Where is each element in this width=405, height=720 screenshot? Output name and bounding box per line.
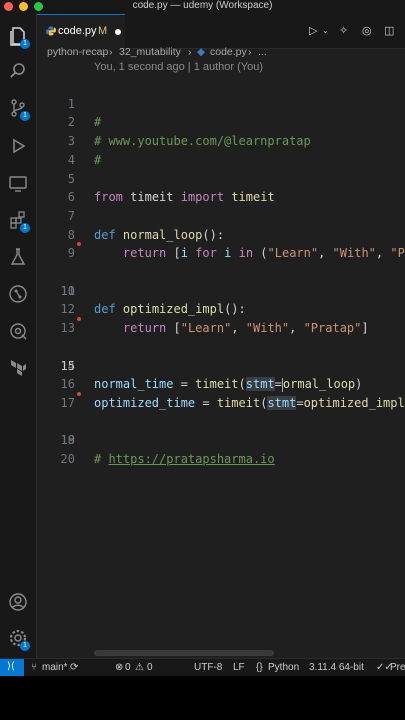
remote-indicator[interactable]: ⟩⟨ bbox=[0, 659, 24, 676]
code-line[interactable]: 10 bbox=[37, 242, 405, 298]
split-editor-icon[interactable]: ◫ bbox=[384, 24, 394, 37]
python-file-icon bbox=[46, 26, 56, 36]
breadcrumb-separator-icon: › bbox=[188, 46, 192, 58]
horizontal-scrollbar[interactable] bbox=[94, 650, 274, 656]
activity-bar: 1 1 1 1 bbox=[0, 14, 37, 658]
error-count[interactable]: 0 bbox=[125, 662, 131, 673]
code-line[interactable]: 3 # bbox=[37, 113, 405, 167]
code-line[interactable]: 9 bbox=[37, 226, 405, 260]
git-blame-annotation[interactable]: You, 1 second ago | 1 author (You) bbox=[94, 61, 263, 73]
language-mode[interactable]: Python bbox=[268, 662, 299, 673]
editor-tab-bar: code.py M ▷ ⌄ ✧ ◎ ◫ ··· bbox=[37, 14, 405, 49]
code-line[interactable]: 20 bbox=[37, 431, 405, 466]
run-python-file-icon[interactable]: ▷ bbox=[309, 24, 317, 37]
code-line[interactable]: 16 optimized_time = timeit(stmt=optimize… bbox=[37, 357, 405, 410]
warning-icon[interactable]: ⚠ bbox=[135, 662, 144, 673]
settings-badge: 1 bbox=[20, 641, 30, 651]
code-editor[interactable]: You, 1 second ago | 1 author (You) 1 # 2… bbox=[37, 61, 405, 658]
window-title: code.py — udemy (Workspace) bbox=[132, 0, 273, 11]
breadcrumb-file-code-py[interactable]: code.py bbox=[210, 46, 247, 58]
open-changes-icon[interactable]: ◎ bbox=[362, 24, 372, 37]
breadcrumb-separator-icon: › bbox=[109, 46, 113, 58]
tab-modified-flag: M bbox=[98, 25, 108, 37]
warning-count[interactable]: 0 bbox=[147, 662, 153, 673]
git-graph-icon[interactable] bbox=[8, 284, 28, 304]
python-interpreter[interactable]: 3.11.4 64-bit bbox=[309, 662, 364, 673]
testing-flask-icon[interactable] bbox=[8, 247, 28, 267]
line-code: # https://pratapsharma.io bbox=[94, 452, 275, 466]
status-bar: ⟩⟨ ⑂ main* ⟳ ⊗ 0 ⚠ 0 UTF-8 LF {} Python … bbox=[0, 658, 405, 676]
code-line[interactable]: 17 bbox=[37, 375, 405, 410]
code-line[interactable]: 6 bbox=[37, 170, 405, 204]
source-control-badge: 1 bbox=[20, 111, 30, 121]
error-icon[interactable]: ⊗ bbox=[115, 662, 123, 673]
run-debug-icon[interactable] bbox=[8, 136, 28, 156]
url-link[interactable]: https://pratapsharma.io bbox=[108, 452, 274, 466]
code-line[interactable]: 11 def optimized_impl(): bbox=[37, 263, 405, 317]
python-file-icon: ◆ bbox=[197, 46, 206, 58]
terraform-icon[interactable] bbox=[8, 357, 28, 377]
code-line[interactable]: 2 # www.youtube.com/@learnpratap bbox=[37, 95, 405, 148]
search-icon[interactable] bbox=[8, 61, 28, 81]
breadcrumb-separator-icon: › bbox=[248, 46, 252, 58]
code-line[interactable]: 8 return [i for i in ("Learn", "With", "… bbox=[37, 207, 405, 261]
extensions-badge: 1 bbox=[20, 223, 30, 233]
breadcrumb-folder-32-mutability[interactable]: 32_mutability bbox=[119, 46, 181, 58]
branch-name[interactable]: main* bbox=[42, 662, 68, 673]
code-line[interactable]: 14 bbox=[37, 317, 405, 373]
tab-label: code.py bbox=[58, 25, 97, 37]
prettier-status[interactable]: Pre bbox=[390, 662, 405, 673]
git-deletion-marker[interactable] bbox=[77, 242, 81, 247]
git-deletion-marker[interactable] bbox=[77, 391, 81, 396]
breadcrumb: python-recap › 32_mutability › ◆ code.py… bbox=[37, 46, 405, 61]
tab-code-py[interactable]: code.py M bbox=[37, 14, 125, 49]
code-review-icon[interactable] bbox=[8, 321, 28, 341]
breadcrumb-symbols[interactable]: ... bbox=[258, 46, 267, 58]
code-line[interactable]: 12 return ["Learn", "With", "Pratap"] bbox=[37, 282, 405, 335]
code-line[interactable]: 7 def normal_loop(): bbox=[37, 188, 405, 242]
line-number: 20 bbox=[60, 452, 75, 466]
remote-icon: ⟩⟨ bbox=[7, 661, 15, 672]
branch-icon: ⑂ bbox=[31, 662, 37, 673]
sync-icon[interactable]: ⟳ bbox=[70, 662, 78, 673]
explorer-badge: 1 bbox=[20, 39, 30, 49]
breadcrumb-folder-python-recap[interactable]: python-recap bbox=[47, 46, 108, 58]
title-bar: code.py — udemy (Workspace) bbox=[0, 0, 405, 14]
code-line[interactable]: 18 bbox=[37, 391, 405, 447]
code-line[interactable]: 13 bbox=[37, 300, 405, 335]
run-dropdown-chevron-icon[interactable]: ⌄ bbox=[322, 26, 329, 35]
code-line-active[interactable]: 15 normal_time = timeit(stmt=ormal_loop) bbox=[37, 338, 405, 392]
code-line[interactable]: 19 # https://pratapsharma.io bbox=[37, 413, 405, 466]
copilot-icon[interactable]: ✧ bbox=[339, 24, 348, 37]
code-line[interactable]: 4 bbox=[37, 132, 405, 167]
account-icon[interactable] bbox=[8, 592, 28, 612]
vscode-window: code.py — udemy (Workspace) 1 1 1 1 code… bbox=[0, 0, 405, 676]
remote-explorer-icon[interactable] bbox=[8, 174, 28, 194]
unsaved-dot-icon[interactable] bbox=[115, 29, 121, 35]
language-braces-icon: {} bbox=[256, 662, 263, 673]
git-deletion-marker[interactable] bbox=[77, 317, 81, 322]
line-ending[interactable]: LF bbox=[233, 662, 245, 673]
code-line[interactable]: 1 # bbox=[37, 76, 405, 130]
code-line[interactable]: 5 from timeit import timeit bbox=[37, 151, 405, 205]
encoding[interactable]: UTF-8 bbox=[194, 662, 222, 673]
